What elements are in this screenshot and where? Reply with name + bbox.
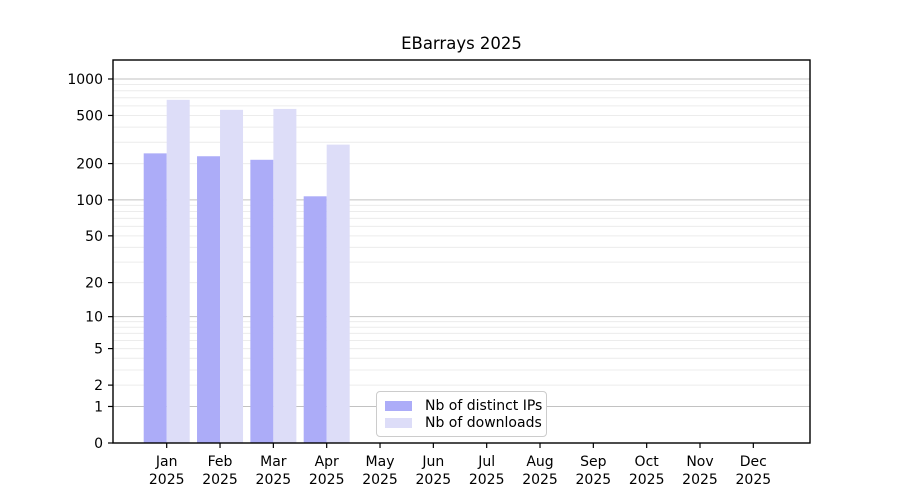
x-tick-label: Oct2025 bbox=[629, 454, 665, 488]
y-tick-label: 50 bbox=[85, 229, 103, 245]
bar-feb-downloads bbox=[220, 110, 243, 443]
bar-feb-distinct-ips bbox=[197, 156, 220, 443]
y-tick-label: 5 bbox=[94, 342, 103, 358]
x-tick-label: Sep2025 bbox=[576, 454, 612, 488]
chart-figure: EBarrays 2025 01251020501002005001000Jan… bbox=[0, 0, 900, 500]
x-tick-label: Apr2025 bbox=[309, 454, 345, 488]
x-tick-label: Nov2025 bbox=[682, 454, 718, 488]
legend-swatch-distinct-ips bbox=[385, 401, 412, 411]
x-tick-label: Jan2025 bbox=[149, 454, 185, 488]
legend-item-downloads: Nb of downloads bbox=[385, 414, 538, 431]
bar-mar-downloads bbox=[273, 109, 296, 443]
x-tick-label: Jul2025 bbox=[469, 454, 505, 488]
y-tick-label: 1000 bbox=[67, 72, 103, 88]
x-tick-label: Aug2025 bbox=[522, 454, 558, 488]
x-tick-label: May2025 bbox=[362, 454, 398, 488]
bar-apr-downloads bbox=[327, 145, 350, 443]
y-tick-label: 200 bbox=[76, 157, 103, 173]
y-tick-label: 20 bbox=[85, 276, 103, 292]
y-tick-label: 100 bbox=[76, 193, 103, 209]
y-tick-label: 2 bbox=[94, 378, 103, 394]
y-tick-label: 1 bbox=[94, 399, 103, 415]
y-tick-label: 500 bbox=[76, 108, 103, 124]
legend-item-distinct-ips: Nb of distinct IPs bbox=[385, 397, 538, 414]
legend-label-distinct-ips: Nb of distinct IPs bbox=[425, 399, 542, 413]
x-tick-label: Dec2025 bbox=[736, 454, 772, 488]
y-tick-label: 0 bbox=[94, 436, 103, 452]
x-tick-label: Mar2025 bbox=[256, 454, 292, 488]
chart-legend: Nb of distinct IPs Nb of downloads bbox=[376, 391, 547, 437]
bar-jan-downloads bbox=[167, 100, 190, 443]
x-tick-label: Jun2025 bbox=[416, 454, 452, 488]
legend-swatch-downloads bbox=[385, 418, 412, 428]
legend-label-downloads: Nb of downloads bbox=[425, 416, 542, 430]
bar-mar-distinct-ips bbox=[250, 160, 273, 443]
x-tick-label: Feb2025 bbox=[202, 454, 238, 488]
bar-apr-distinct-ips bbox=[304, 196, 327, 443]
bar-jan-distinct-ips bbox=[144, 153, 167, 443]
y-tick-label: 10 bbox=[85, 310, 103, 326]
